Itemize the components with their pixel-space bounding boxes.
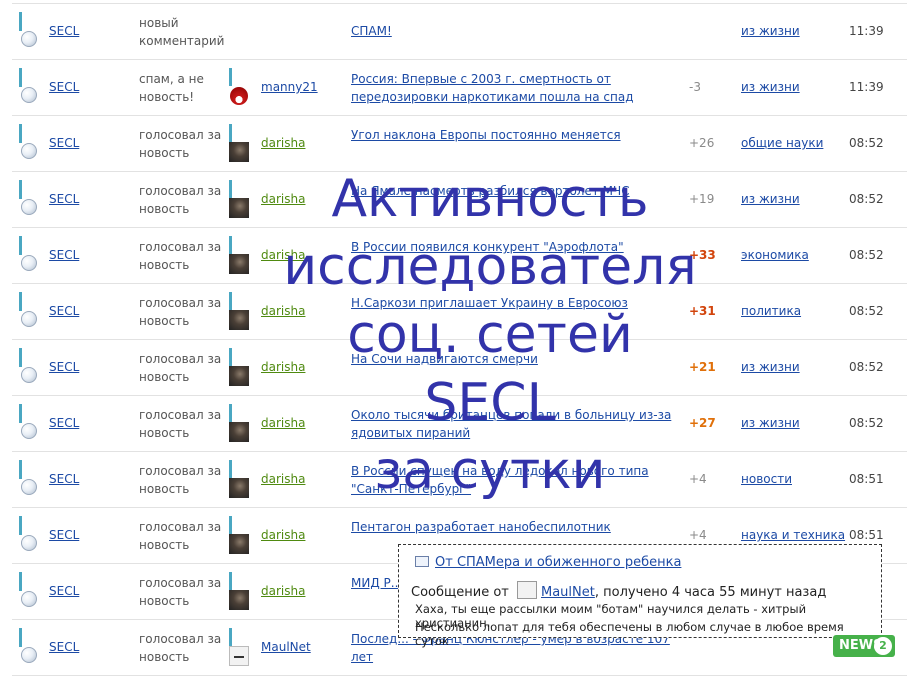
- timestamp: 08:52: [849, 360, 884, 374]
- score-value: -3: [689, 80, 701, 94]
- timestamp: 08:52: [849, 136, 884, 150]
- message-popup[interactable]: От СПАМера и обиженного ребенка Сообщени…: [398, 544, 882, 648]
- user-avatar-icon: [17, 572, 39, 610]
- action-text: голосовал за новость: [139, 576, 222, 608]
- envelope-icon: [415, 556, 429, 567]
- action-text: голосовал за новость: [139, 240, 222, 272]
- timestamp: 08:51: [849, 472, 884, 486]
- author-link[interactable]: darisha: [261, 508, 305, 563]
- action-text: спам, а не новость!: [139, 72, 204, 104]
- popup-msg-prefix: Сообщение от: [411, 585, 509, 600]
- user-link[interactable]: SECL: [49, 172, 79, 227]
- action-text: голосовал за новость: [139, 464, 222, 496]
- author-avatar-icon: [227, 124, 249, 162]
- user-avatar-icon: [17, 124, 39, 162]
- action-text: голосовал за новость: [139, 128, 222, 160]
- author-link[interactable]: darisha: [261, 116, 305, 171]
- news-title-link[interactable]: Пентагон разработает нанобеспилотник: [351, 518, 681, 536]
- user-avatar-icon: [17, 68, 39, 106]
- popup-message-meta: Сообщение от MaulNet, получено 4 часа 55…: [411, 581, 826, 600]
- score-value: +26: [689, 136, 715, 150]
- author-avatar-icon: [227, 572, 249, 610]
- user-link[interactable]: SECL: [49, 228, 79, 283]
- timestamp: 08:52: [849, 248, 884, 262]
- news-title-link[interactable]: Угол наклона Европы постоянно меняется: [351, 126, 681, 144]
- category-link[interactable]: общие науки: [741, 116, 823, 171]
- user-link[interactable]: SECL: [49, 4, 79, 59]
- popup-header[interactable]: От СПАМера и обиженного ребенка: [415, 555, 681, 570]
- news-title-link[interactable]: СПАМ!: [351, 4, 681, 59]
- news-badge[interactable]: NEWS 2: [833, 635, 895, 657]
- author-avatar-icon: [227, 628, 249, 666]
- user-avatar-icon: [17, 12, 39, 50]
- user-link[interactable]: SECL: [49, 60, 79, 115]
- action-text: новый комментарий: [139, 16, 225, 48]
- popup-header-link[interactable]: От СПАМера и обиженного ребенка: [435, 555, 681, 570]
- overlay-line: за сутки: [374, 441, 606, 501]
- user-avatar-icon: [17, 460, 39, 498]
- timestamp: 08:52: [849, 304, 884, 318]
- sender-link[interactable]: MaulNet: [541, 585, 595, 600]
- popup-msg-suffix: , получено 4 часа 55 минут назад: [594, 585, 827, 600]
- timestamp: 11:39: [849, 24, 884, 38]
- user-link[interactable]: SECL: [49, 452, 79, 507]
- user-link[interactable]: SECL: [49, 284, 79, 339]
- popup-text-line: Несколько лопат для тебя обеспечены в лю…: [415, 620, 844, 648]
- action-text: голосовал за новость: [139, 632, 222, 664]
- user-avatar-icon: [17, 236, 39, 274]
- overlay-line: исследователя: [283, 237, 697, 297]
- category-link[interactable]: экономика: [741, 228, 809, 283]
- category-link[interactable]: из жизни: [741, 60, 800, 115]
- action-text: голосовал за новость: [139, 408, 222, 440]
- sender-avatar: [517, 581, 537, 599]
- table-row: SECL новый комментарий СПАМ! из жизни 11:39: [12, 3, 907, 59]
- author-link[interactable]: manny21: [261, 60, 318, 115]
- user-link[interactable]: SECL: [49, 340, 79, 395]
- overlay-line: SECL: [424, 373, 556, 433]
- overlay-caption: Активность исследователя соц. сетей SECL…: [230, 165, 750, 505]
- news-title-link[interactable]: Россия: Впервые с 2003 г. смертность от …: [351, 70, 681, 106]
- category-link[interactable]: политика: [741, 284, 801, 339]
- user-avatar-icon: [17, 348, 39, 386]
- action-text: голосовал за новость: [139, 520, 222, 552]
- category-link[interactable]: из жизни: [741, 4, 800, 59]
- user-link[interactable]: SECL: [49, 620, 79, 675]
- author-link[interactable]: MaulNet: [261, 620, 311, 675]
- action-text: голосовал за новость: [139, 352, 222, 384]
- author-avatar-icon: [227, 68, 249, 106]
- user-link[interactable]: SECL: [49, 508, 79, 563]
- user-avatar-icon: [17, 516, 39, 554]
- action-text: голосовал за новость: [139, 184, 222, 216]
- user-avatar-icon: [17, 180, 39, 218]
- author-avatar-icon: [227, 516, 249, 554]
- timestamp: 11:39: [849, 80, 884, 94]
- user-link[interactable]: SECL: [49, 116, 79, 171]
- user-avatar-icon: [17, 628, 39, 666]
- timestamp: 08:52: [849, 416, 884, 430]
- timestamp: 08:52: [849, 192, 884, 206]
- user-link[interactable]: SECL: [49, 396, 79, 451]
- table-row: SECL спам, а не новость! manny21 Россия: Вп…: [12, 59, 907, 115]
- action-text: голосовал за новость: [139, 296, 222, 328]
- news-badge-circle: 2: [874, 637, 892, 655]
- author-link[interactable]: darisha: [261, 564, 305, 619]
- user-link[interactable]: SECL: [49, 564, 79, 619]
- user-avatar-icon: [17, 404, 39, 442]
- overlay-line: соц. сетей: [347, 305, 633, 365]
- table-row: SECL голосовал за новость darisha Угол накл…: [12, 115, 907, 171]
- overlay-line: Активность: [331, 169, 649, 229]
- user-avatar-icon: [17, 292, 39, 330]
